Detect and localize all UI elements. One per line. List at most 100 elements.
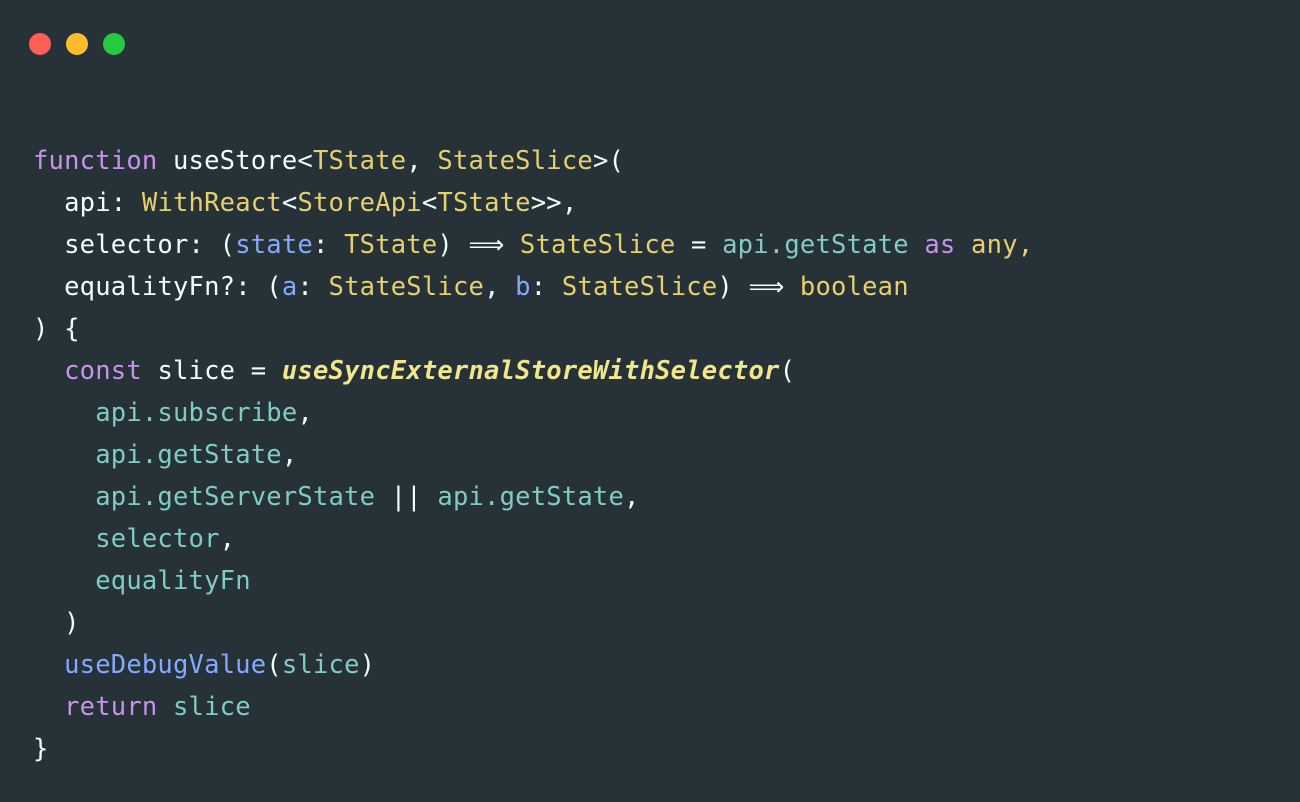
code-line: }: [33, 728, 1300, 770]
code-line: api: WithReact<StoreApi<TState>>,: [33, 182, 1300, 224]
code-token-punct: ,: [297, 398, 313, 428]
code-token-punct: :: [297, 272, 329, 302]
code-line: function useStore<TState, StateSlice>(: [33, 140, 1300, 182]
code-token-var: api.getState: [437, 482, 625, 512]
code-token-punct: :: [110, 188, 142, 218]
minimize-button[interactable]: [66, 32, 88, 55]
code-token-arrow: ⟹: [468, 230, 505, 259]
code-token-punct: ,: [624, 482, 640, 512]
code-token-punct: (: [266, 650, 282, 680]
code-token-type: TState: [437, 188, 531, 218]
code-token-punct: ) {: [33, 314, 80, 344]
code-token-plain: slice: [157, 356, 236, 386]
maximize-button[interactable]: [103, 32, 125, 55]
code-token-plain: selector: [64, 230, 189, 260]
code-line: const slice = useSyncExternalStoreWithSe…: [33, 350, 1300, 392]
code-token-punct: <: [297, 146, 313, 176]
code-token-punct: :: [312, 230, 345, 260]
code-line: api.getServerState || api.getState,: [33, 476, 1300, 518]
code-token-punct: (: [779, 356, 796, 386]
code-token-punct: =: [675, 230, 723, 260]
code-token-punct: <: [281, 188, 298, 218]
code-token-kw: as: [924, 230, 956, 260]
window-traffic-lights: [29, 32, 125, 55]
code-token-punct: : (: [235, 272, 282, 302]
code-token-type: any: [971, 230, 1018, 260]
code-token-var: .: [768, 230, 785, 260]
code-token-var: slice: [173, 692, 251, 722]
code-token-punct: ,: [219, 524, 236, 554]
code-token-plain: api: [64, 188, 111, 218]
code-token-punct: :: [530, 272, 562, 302]
code-token-punct: ||: [375, 482, 438, 512]
code-block[interactable]: function useStore<TState, StateSlice>( a…: [33, 140, 1300, 770]
code-token-param: state: [235, 230, 313, 260]
code-token-punct: >>,: [530, 188, 578, 218]
code-token-var: api: [722, 230, 769, 260]
code-line: useDebugValue(slice): [33, 644, 1300, 686]
code-line: api.subscribe,: [33, 392, 1300, 434]
code-token-type: StoreApi: [297, 188, 422, 218]
code-token-var: getState: [784, 230, 909, 260]
code-token-param: a: [281, 272, 298, 302]
code-token-punct: }: [33, 734, 49, 764]
code-token-punct: =: [235, 356, 282, 386]
code-token-type: StateSlice: [561, 272, 718, 302]
code-token-type: WithReact: [141, 188, 282, 218]
code-token-plain: equalityFn?: [64, 272, 236, 302]
code-token-type: StateSlice: [437, 146, 593, 176]
code-line: api.getState,: [33, 434, 1300, 476]
code-line: equalityFn?: (a: StateSlice, b: StateSli…: [33, 266, 1300, 308]
code-token-var: slice: [281, 650, 360, 680]
code-token-var: api.subscribe: [95, 398, 298, 428]
code-token-punct: ,: [281, 440, 298, 470]
code-token-punct: ,: [484, 272, 516, 302]
code-token-type: StateSlice: [328, 272, 485, 302]
code-token-kw: const: [64, 356, 142, 386]
code-token-punct: ): [437, 230, 469, 260]
code-token-punct: : (: [188, 230, 236, 260]
code-line: ): [33, 602, 1300, 644]
code-token-type: StateSlice: [519, 230, 676, 260]
code-token-call: useDebugValue: [64, 650, 267, 680]
code-token-punct: >(: [592, 146, 625, 176]
code-token-var: selector: [95, 524, 220, 554]
code-token-import: useSyncExternalStoreWithSelector: [281, 356, 780, 386]
code-token-param: b: [515, 272, 531, 302]
code-line: selector: (state: TState) ⟹ StateSlice =…: [33, 224, 1300, 266]
code-token-punct: ): [717, 272, 749, 302]
code-token-kw: return: [64, 692, 158, 722]
window-titlebar: [0, 0, 1300, 86]
code-line: selector,: [33, 518, 1300, 560]
close-button[interactable]: [29, 32, 51, 55]
code-token-punct: <: [421, 188, 438, 218]
code-token-punct: ,: [406, 146, 438, 176]
code-token-var: equalityFn: [95, 566, 251, 596]
code-line: equalityFn: [33, 560, 1300, 602]
code-token-type: TState: [344, 230, 438, 260]
code-token-var: api.getServerState: [95, 482, 376, 512]
code-token-fn: useStore: [172, 146, 298, 176]
code-snippet-window: function useStore<TState, StateSlice>( a…: [0, 0, 1300, 802]
code-token-punct: ): [64, 608, 80, 638]
code-token-type: TState: [312, 146, 407, 176]
code-token-punct: ): [359, 650, 376, 680]
